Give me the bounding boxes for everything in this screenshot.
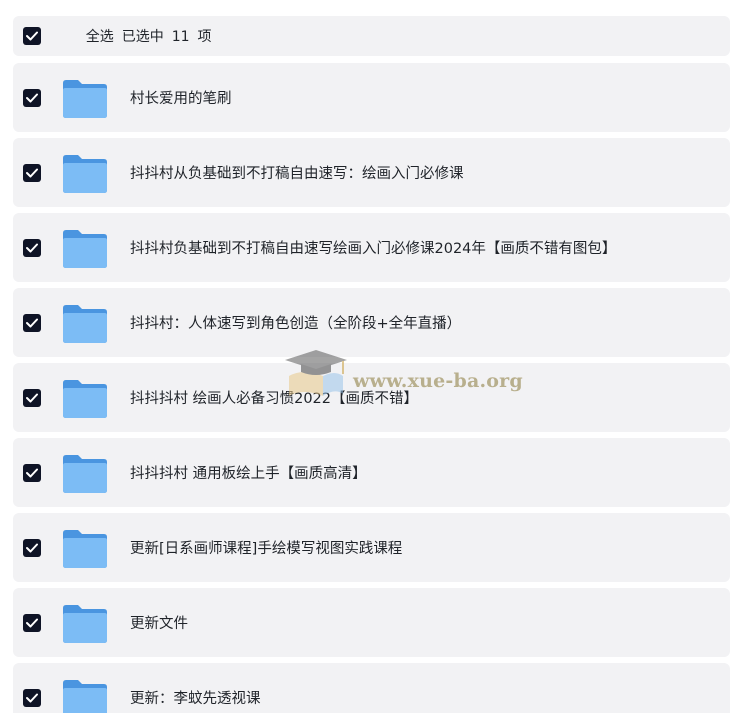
file-row[interactable]: 村长爱用的笔刷 <box>13 63 730 132</box>
select-all-bar[interactable]: 全选 已选中 11 项 <box>13 16 730 56</box>
file-checkbox[interactable] <box>23 163 41 182</box>
checkmark-icon <box>26 468 38 477</box>
file-name[interactable]: 抖抖抖村 绘画人必备习惯2022【画质不错】 <box>130 387 418 408</box>
file-list: 村长爱用的笔刷抖抖村从负基础到不打稿自由速写：绘画入门必修课抖抖村负基础到不打稿… <box>13 63 730 713</box>
file-checkbox[interactable] <box>23 88 41 107</box>
file-name[interactable]: 村长爱用的笔刷 <box>130 87 232 108</box>
folder-icon <box>62 77 108 119</box>
file-name[interactable]: 抖抖村负基础到不打稿自由速写绘画入门必修课2024年【画质不错有图包】 <box>130 237 616 258</box>
checkmark-icon <box>26 618 38 627</box>
checkmark-icon <box>26 693 38 702</box>
file-row[interactable]: 抖抖村负基础到不打稿自由速写绘画入门必修课2024年【画质不错有图包】 <box>13 213 730 282</box>
file-row[interactable]: 抖抖村从负基础到不打稿自由速写：绘画入门必修课 <box>13 138 730 207</box>
file-name[interactable]: 抖抖抖村 通用板绘上手【画质高清】 <box>130 462 367 483</box>
selected-prefix: 已选中 <box>121 29 164 45</box>
selected-count: 11 <box>171 29 190 45</box>
selected-suffix: 项 <box>197 29 212 45</box>
checkmark-icon <box>26 318 38 327</box>
checkmark-icon <box>26 393 38 402</box>
file-row[interactable]: 更新[日系画师课程]手绘模写视图实践课程 <box>13 513 730 582</box>
folder-icon <box>62 302 108 344</box>
folder-icon <box>62 152 108 194</box>
file-name[interactable]: 抖抖村从负基础到不打稿自由速写：绘画入门必修课 <box>130 162 464 183</box>
file-name[interactable]: 更新[日系画师课程]手绘模写视图实践课程 <box>130 537 402 558</box>
checkmark-icon <box>26 543 38 552</box>
checkmark-icon <box>26 243 38 252</box>
file-row[interactable]: 抖抖抖村 绘画人必备习惯2022【画质不错】 <box>13 363 730 432</box>
file-selection-page: 全选 已选中 11 项 村长爱用的笔刷 抖抖村从负基础到不打稿自由速写：绘画入门必修课抖… <box>0 0 730 713</box>
file-checkbox[interactable] <box>23 388 41 407</box>
file-row[interactable]: 抖抖村：人体速写到角色创造（全阶段+全年直播） <box>13 288 730 357</box>
file-checkbox[interactable] <box>23 613 41 632</box>
select-all-checkbox[interactable] <box>23 27 41 45</box>
selection-summary: 全选 已选中 11 项 <box>59 10 220 62</box>
select-all-label[interactable]: 全选 <box>86 29 114 45</box>
file-name[interactable]: 更新文件 <box>130 612 188 633</box>
file-checkbox[interactable] <box>23 463 41 482</box>
folder-icon <box>62 527 108 569</box>
file-name[interactable]: 更新：李蚊先透视课 <box>130 687 261 708</box>
file-name[interactable]: 抖抖村：人体速写到角色创造（全阶段+全年直播） <box>130 312 461 333</box>
file-checkbox[interactable] <box>23 238 41 257</box>
folder-icon <box>62 602 108 644</box>
file-checkbox[interactable] <box>23 313 41 332</box>
file-row[interactable]: 抖抖抖村 通用板绘上手【画质高清】 <box>13 438 730 507</box>
folder-icon <box>62 227 108 269</box>
checkmark-icon <box>26 31 38 41</box>
folder-icon <box>62 452 108 494</box>
folder-icon <box>62 677 108 713</box>
file-row[interactable]: 更新：李蚊先透视课 <box>13 663 730 713</box>
file-checkbox[interactable] <box>23 538 41 557</box>
folder-icon <box>62 377 108 419</box>
file-row[interactable]: 更新文件 <box>13 588 730 657</box>
checkmark-icon <box>26 168 38 177</box>
checkmark-icon <box>26 93 38 102</box>
file-checkbox[interactable] <box>23 688 41 707</box>
